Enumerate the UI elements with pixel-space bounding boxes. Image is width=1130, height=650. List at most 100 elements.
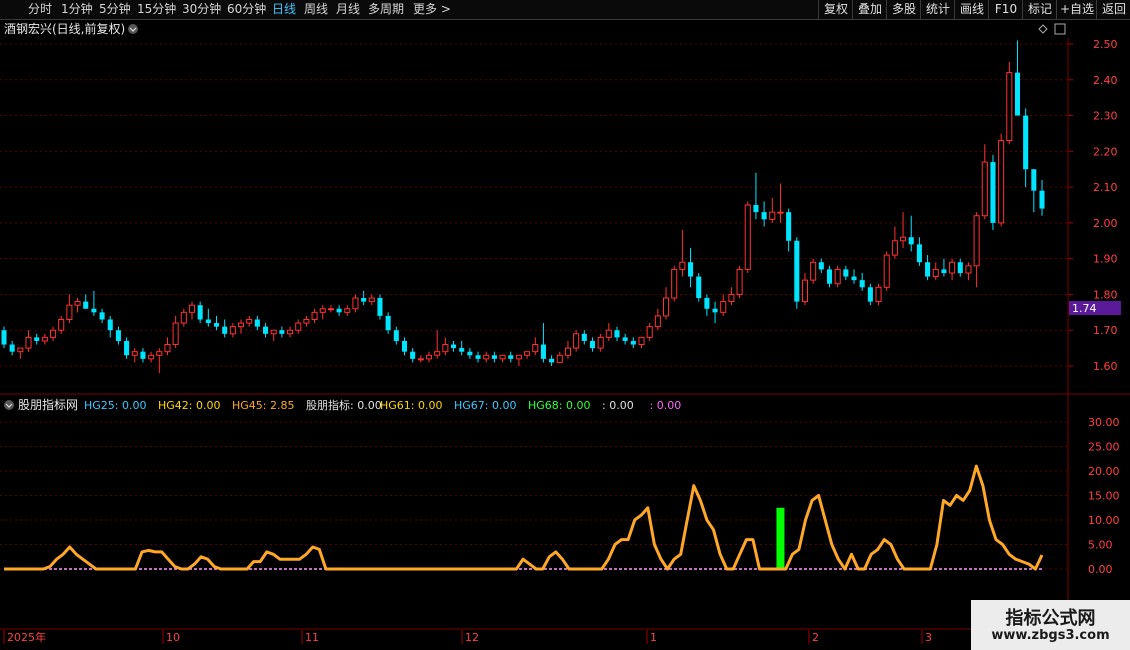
tab-period-1[interactable]: 1分钟	[61, 2, 93, 17]
candle-body	[581, 333, 587, 341]
stock-title: 酒钢宏兴(日线,前复权)	[4, 21, 125, 36]
candle-body	[263, 326, 269, 334]
time-label: 11	[305, 631, 319, 644]
tab-period-2[interactable]: 5分钟	[99, 2, 131, 17]
indicator-tick-label: 5.00	[1088, 539, 1113, 552]
candle-body	[728, 293, 735, 303]
candle-body	[393, 330, 399, 341]
tab-period-6[interactable]: 日线	[272, 2, 296, 17]
price-grid	[0, 43, 1068, 367]
candle-body	[197, 305, 203, 320]
indicator-axis: 30.00 25.00 20.00 15.00 10.00 5.00 0.00	[1088, 416, 1120, 576]
tab-period-7[interactable]: 周线	[304, 2, 328, 17]
candle-body	[875, 286, 882, 303]
candle-body	[654, 315, 661, 328]
title-dropdown-icon[interactable]	[128, 24, 138, 34]
tab-period-4[interactable]: 30分钟	[182, 2, 221, 17]
candle-body	[834, 268, 841, 285]
tab-period-3[interactable]: 15分钟	[137, 2, 176, 17]
indicator-tick-label: 10.00	[1088, 514, 1120, 527]
time-label: 10	[166, 631, 180, 644]
candle-body	[720, 301, 727, 313]
indicator-grid	[0, 421, 1068, 570]
indicator-legend: HG25: 0.00 HG42: 0.00 HG45: 2.85 股朋指标: 0.00…	[84, 398, 681, 412]
candle-body	[801, 279, 809, 303]
toolbar-button-1[interactable]: 叠加	[852, 0, 887, 19]
candle-body	[1006, 72, 1013, 142]
candle-body	[990, 162, 996, 223]
toolbar-button-0[interactable]: 复权	[818, 0, 853, 19]
time-label: 3	[925, 631, 932, 644]
candle-body	[83, 301, 89, 309]
candle-body	[622, 337, 628, 341]
candle-body	[385, 315, 391, 331]
legend-entry-8: : 0.00	[650, 399, 682, 412]
toolbar-button-4[interactable]: 画线	[954, 0, 989, 19]
candle-body	[712, 308, 718, 313]
candle-body	[222, 326, 228, 334]
candle-body	[115, 330, 121, 341]
toolbar-button-6[interactable]: 标记	[1022, 0, 1057, 19]
candle-body	[91, 308, 97, 313]
candle-body	[467, 351, 473, 356]
candle-body	[34, 337, 40, 341]
time-label: 1	[650, 631, 657, 644]
candle-body	[475, 355, 481, 359]
indicator-tick-label: 0.00	[1088, 563, 1113, 576]
candle-body	[74, 301, 81, 306]
indicator-tick-label: 25.00	[1088, 441, 1120, 454]
candle-body	[319, 308, 326, 313]
candle-body	[148, 354, 155, 360]
candle-body	[769, 211, 776, 220]
toolbar-button-5[interactable]: F10	[988, 0, 1023, 19]
indicator-dropdown-icon[interactable]	[4, 400, 14, 410]
candle-body	[597, 336, 604, 349]
toolbar-button-8[interactable]: 返回	[1096, 0, 1130, 19]
candle-body	[949, 261, 956, 274]
legend-entry-1: HG42: 0.00	[158, 399, 221, 412]
candle-body	[916, 244, 922, 263]
candle-body	[434, 351, 441, 356]
window-toggle-icon[interactable]	[1054, 23, 1066, 35]
tab-period-0[interactable]: 分时	[28, 2, 52, 17]
candle-body	[859, 280, 865, 288]
legend-entry-4: HG61: 0.00	[380, 399, 443, 412]
tab-period-8[interactable]: 月线	[336, 2, 360, 17]
current-price-label: 1.74	[1072, 302, 1097, 315]
toolbar-button-7[interactable]: +自选	[1056, 0, 1097, 19]
price-tick-label: 2.40	[1093, 74, 1118, 87]
candle-body	[124, 340, 130, 356]
toolbar-button-3[interactable]: 统计	[920, 0, 955, 19]
candle-body	[425, 354, 433, 360]
tab-period-5[interactable]: 60分钟	[227, 2, 266, 17]
candle-body	[491, 355, 497, 359]
candle-body	[843, 269, 849, 277]
candle-body	[957, 262, 963, 273]
price-tick-label: 1.70	[1093, 324, 1118, 337]
price-tick-label: 1.60	[1093, 360, 1118, 373]
diamond-icon[interactable]	[1038, 24, 1048, 34]
candle-body	[352, 297, 359, 310]
candle-body	[188, 304, 196, 313]
candle-body	[172, 322, 179, 346]
candle-body	[662, 297, 670, 317]
indicator-tick-label: 20.00	[1088, 465, 1120, 478]
candle-body	[1023, 115, 1029, 170]
legend-entry-0: HG25: 0.00	[84, 399, 147, 412]
tab-period-9[interactable]: 多周期	[368, 2, 404, 17]
chart-canvas: 2.50 2.40 2.30 2.20 2.10 2.00 1.90 1.80 1.70 1.60…	[0, 21, 1130, 644]
candle-body	[704, 298, 710, 309]
tab-period-10[interactable]: 更多 >	[413, 2, 451, 17]
candle-body	[377, 298, 383, 316]
candle-body	[9, 344, 15, 352]
candle-body	[25, 336, 32, 349]
candle-body	[638, 336, 645, 346]
candle-body	[786, 212, 792, 241]
period-toolbar: 分时 1分钟 5分钟 15分钟 30分钟 60分钟 日线 周线 月线 多周期 更多 > 复权 叠加 多股…	[0, 0, 1130, 20]
price-tick-label: 2.10	[1093, 181, 1118, 194]
candle-body	[932, 268, 939, 278]
candle-body	[679, 261, 686, 270]
toolbar-button-2[interactable]: 多股	[886, 0, 921, 19]
candle-body	[213, 323, 220, 327]
price-tick-label: 2.00	[1093, 217, 1118, 230]
